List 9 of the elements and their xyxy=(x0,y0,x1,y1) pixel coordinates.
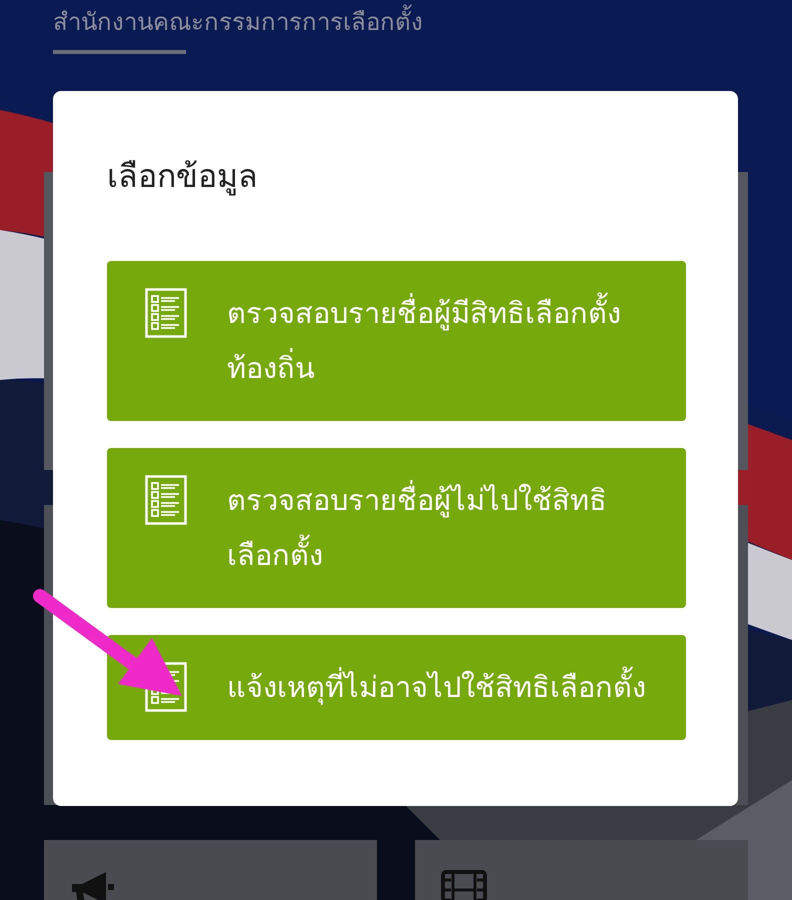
option-button[interactable]: ตรวจสอบรายชื่อผู้มีสิทธิเลือกตั้งท้องถิ่น xyxy=(107,261,686,421)
checklist-icon xyxy=(145,475,187,525)
option-button[interactable]: แจ้งเหตุที่ไม่อาจไปใช้สิทธิเลือกตั้ง xyxy=(107,635,686,740)
option-button[interactable]: ตรวจสอบรายชื่อผู้ไม่ไปใช้สิทธิเลือกตั้ง xyxy=(107,448,686,608)
megaphone-icon xyxy=(70,870,116,900)
dialog-title: เลือกข้อมูล xyxy=(107,156,259,198)
organization-name: สำนักงานคณะกรรมการการเลือกตั้ง xyxy=(49,0,427,44)
checklist-icon xyxy=(145,288,187,338)
film-icon xyxy=(441,870,487,900)
